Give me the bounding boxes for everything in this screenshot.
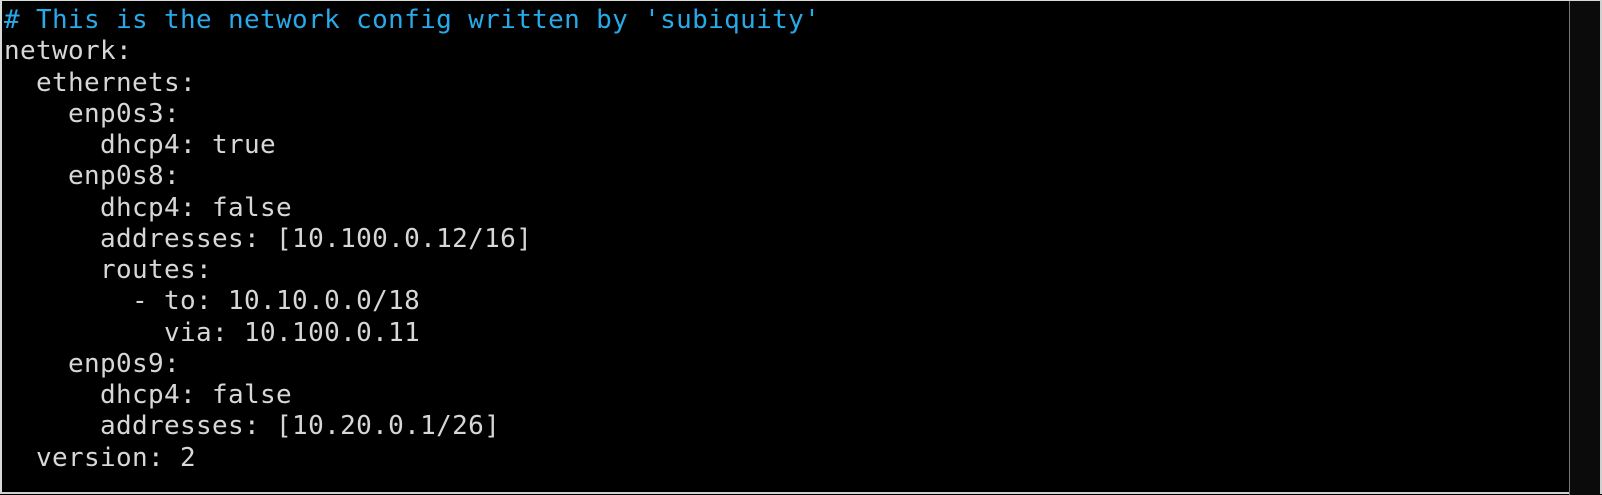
terminal-scrollbar-strip[interactable] bbox=[1569, 1, 1600, 495]
config-line: enp0s9: bbox=[4, 348, 181, 379]
config-line: via: 10.100.0.11 bbox=[4, 317, 421, 348]
config-line: addresses: [10.100.0.12/16] bbox=[4, 223, 533, 254]
config-line: version: 2 bbox=[4, 442, 197, 473]
config-line: enp0s8: bbox=[4, 161, 181, 192]
config-comment-line: # This is the network config written by … bbox=[4, 5, 821, 35]
config-line: dhcp4: true bbox=[4, 130, 277, 160]
config-line: - to: 10.10.0.0/18 bbox=[4, 286, 421, 317]
config-line: ethernets: bbox=[4, 67, 197, 98]
config-line: dhcp4: false bbox=[4, 380, 293, 410]
config-line: enp0s3: bbox=[4, 98, 181, 129]
config-line: network: bbox=[4, 36, 133, 67]
config-line: routes: bbox=[4, 255, 213, 285]
config-line: addresses: [10.20.0.1/26] bbox=[4, 411, 501, 442]
terminal-window[interactable]: # This is the network config written by … bbox=[0, 0, 1602, 495]
network-config-text[interactable]: # This is the network config written by … bbox=[4, 5, 820, 474]
config-line: dhcp4: false bbox=[4, 192, 293, 223]
